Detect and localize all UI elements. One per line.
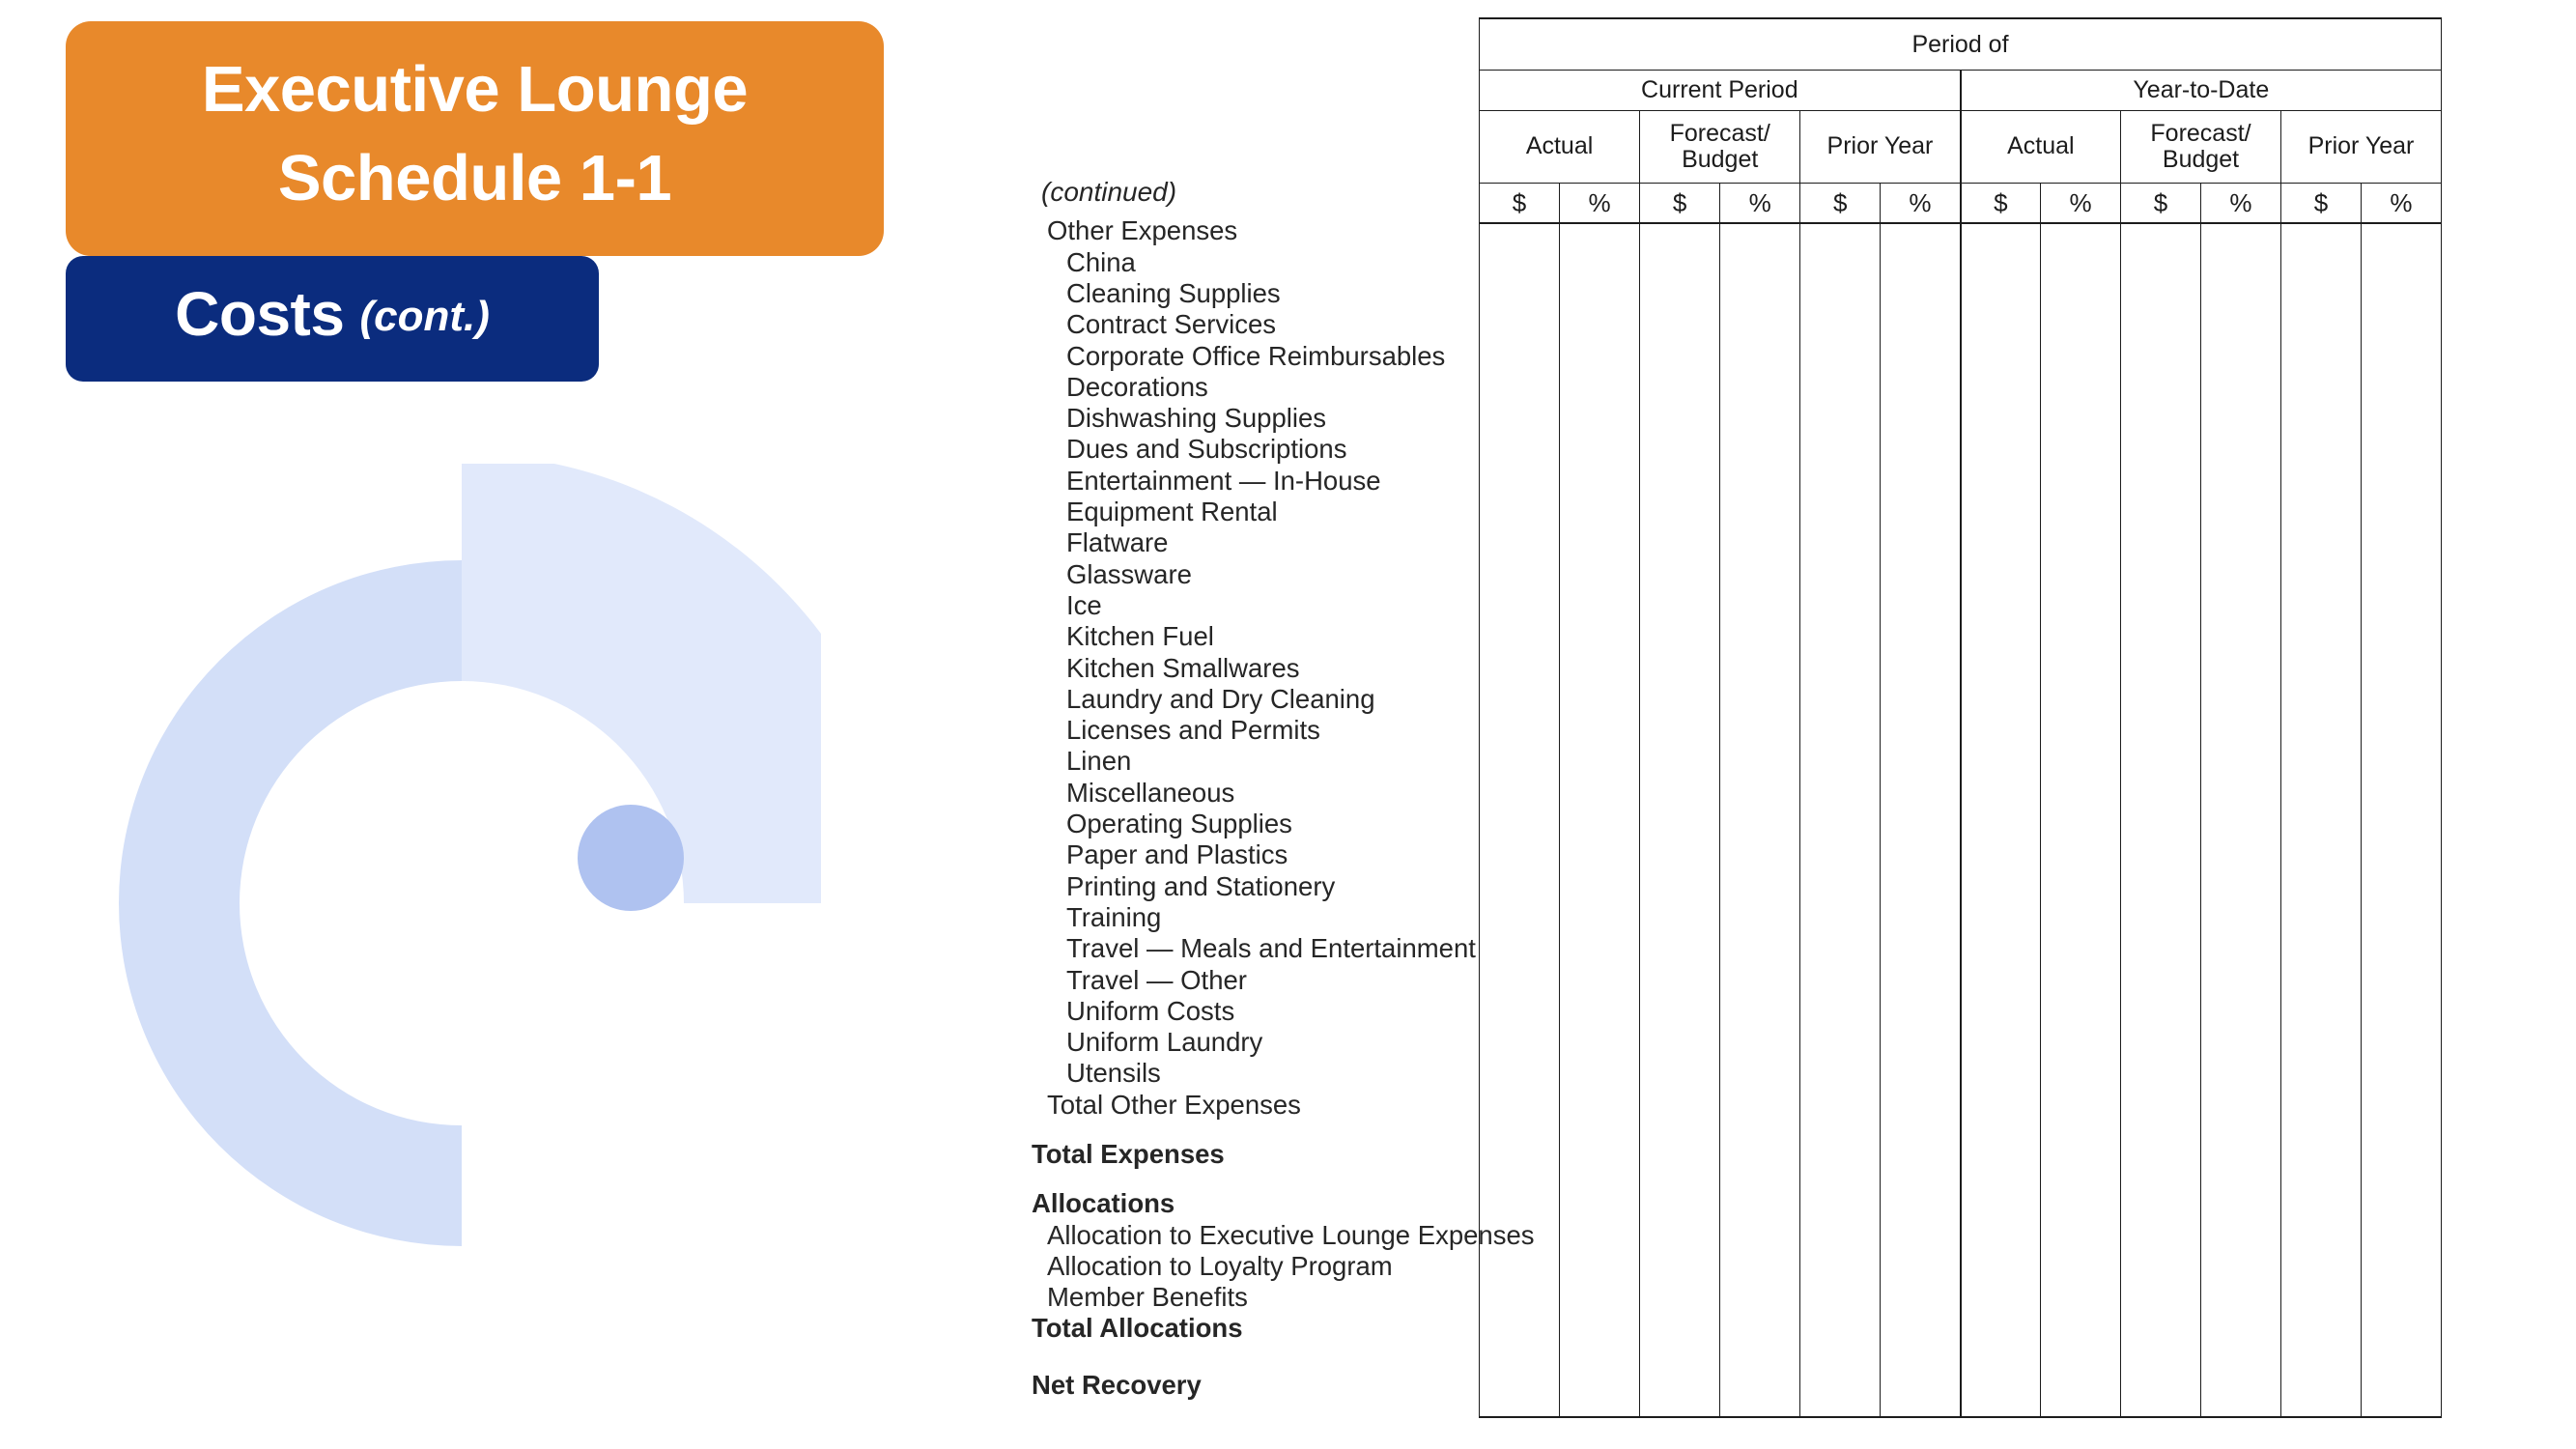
list-item: Kitchen Fuel: [1066, 621, 1214, 652]
header-unit-dollar-3: $: [1799, 183, 1882, 224]
cell-percent-6[interactable]: [2360, 222, 2443, 1418]
list-continued-label: (continued): [1041, 177, 1177, 207]
list-item: Travel — Meals and Entertainment: [1066, 933, 1476, 964]
cell-dollar-6[interactable]: [2279, 222, 2362, 1418]
list-item: Printing and Stationery: [1066, 870, 1336, 901]
list-item: Dues and Subscriptions: [1066, 434, 1347, 465]
decorative-arc-quadrant: [462, 464, 821, 903]
header-col-actual-ytd: Actual: [1959, 110, 2122, 184]
list-item: Linen: [1066, 746, 1132, 777]
list-item: Training: [1066, 901, 1162, 932]
list-item: Net Recovery: [1032, 1369, 1202, 1400]
list-item: Decorations: [1066, 371, 1208, 402]
decorative-dot: [578, 805, 684, 911]
table-header-unit-row: $ % $ % $ % $ % $ % $ %: [1478, 183, 2443, 224]
line-item-list: (continued) Other Expenses China Cleaning S…: [1028, 169, 1535, 1401]
list-item: Glassware: [1066, 558, 1192, 589]
decorative-arc-main: [119, 560, 462, 1246]
header-col-forecast-budget-current: Forecast/ Budget: [1639, 110, 1801, 184]
header-group-year-to-date: Year-to-Date: [1959, 70, 2442, 111]
header-unit-percent-1: %: [1559, 183, 1641, 224]
list-item: Allocation to Loyalty Program: [1047, 1250, 1393, 1281]
header-unit-percent-5: %: [2200, 183, 2281, 224]
table-header-column-row: Actual Forecast/ Budget Prior Year Actua…: [1478, 110, 2443, 184]
header-unit-dollar-4: $: [1959, 183, 2042, 224]
list-item: Uniform Costs: [1066, 995, 1235, 1026]
header-col-prior-year-ytd: Prior Year: [2279, 110, 2443, 184]
list-item: Contract Services: [1066, 309, 1277, 340]
schedule-table: Period of Current Period Year-to-Date Ac…: [1478, 17, 2443, 1418]
header-unit-percent-2: %: [1719, 183, 1801, 224]
section-title-continued-label: (cont.): [359, 293, 490, 340]
cell-dollar-5[interactable]: [2120, 222, 2202, 1418]
header-unit-dollar-2: $: [1639, 183, 1721, 224]
cell-dollar-3[interactable]: [1799, 222, 1882, 1418]
header-unit-dollar-6: $: [2279, 183, 2362, 224]
cell-dollar-4[interactable]: [1959, 222, 2042, 1418]
header-period-of: Period of: [1479, 17, 2442, 71]
list-item: Other Expenses: [1047, 215, 1238, 246]
section-title-card: Costs (cont.): [66, 256, 599, 382]
list-item: Utensils: [1066, 1058, 1161, 1089]
schedule-title-card: Executive Lounge Schedule 1-1: [66, 21, 884, 256]
list-item: Entertainment — In-House: [1066, 465, 1381, 496]
header-unit-percent-4: %: [2040, 183, 2122, 224]
list-item: Licenses and Permits: [1066, 715, 1320, 746]
list-item: Cleaning Supplies: [1066, 277, 1281, 308]
cell-percent-5[interactable]: [2200, 222, 2281, 1418]
header-unit-percent-6: %: [2360, 183, 2443, 224]
header-col-actual-current: Actual: [1478, 110, 1641, 184]
list-item: Member Benefits: [1047, 1282, 1248, 1313]
list-item: Total Other Expenses: [1047, 1089, 1301, 1120]
list-item: Kitchen Smallwares: [1066, 652, 1300, 683]
header-unit-percent-3: %: [1880, 183, 1962, 224]
list-item: Corporate Office Reimbursables: [1066, 340, 1446, 371]
cell-percent-3[interactable]: [1880, 222, 1962, 1418]
list-item: Allocation to Executive Lounge Expenses: [1047, 1219, 1535, 1250]
list-item: Total Expenses: [1032, 1139, 1225, 1169]
header-unit-dollar-1: $: [1478, 183, 1561, 224]
header-col-prior-year-current: Prior Year: [1799, 110, 1962, 184]
decorative-ring-graphic: [106, 464, 821, 1333]
list-item: Ice: [1066, 589, 1102, 620]
list-item: Dishwashing Supplies: [1066, 403, 1327, 434]
list-item: Paper and Plastics: [1066, 839, 1288, 870]
list-item: Allocations: [1032, 1188, 1175, 1219]
list-item: Laundry and Dry Cleaning: [1066, 683, 1375, 714]
list-item: Miscellaneous: [1066, 777, 1235, 808]
header-col-forecast-budget-ytd: Forecast/ Budget: [2120, 110, 2281, 184]
list-item: Uniform Laundry: [1066, 1027, 1263, 1058]
list-item: Total Allocations: [1032, 1313, 1243, 1344]
schedule-title-line2: Schedule 1-1: [277, 141, 672, 214]
list-item: Flatware: [1066, 527, 1169, 558]
cell-dollar-2[interactable]: [1639, 222, 1721, 1418]
header-unit-dollar-5: $: [2120, 183, 2202, 224]
list-item: Equipment Rental: [1066, 497, 1278, 527]
schedule-title-line1: Executive Lounge: [201, 52, 749, 126]
cell-percent-1[interactable]: [1559, 222, 1641, 1418]
header-group-current-period: Current Period: [1478, 70, 1962, 111]
list-item: China: [1066, 246, 1136, 277]
table-header-period-row: Period of: [1479, 17, 2442, 71]
table-header-group-row: Current Period Year-to-Date: [1478, 70, 2442, 111]
list-item: Operating Supplies: [1066, 809, 1292, 839]
cell-percent-4[interactable]: [2040, 222, 2122, 1418]
table-body-row: [1478, 222, 2443, 1418]
list-item: Travel — Other: [1066, 964, 1247, 995]
cell-percent-2[interactable]: [1719, 222, 1801, 1418]
section-title-label: Costs: [175, 279, 345, 349]
